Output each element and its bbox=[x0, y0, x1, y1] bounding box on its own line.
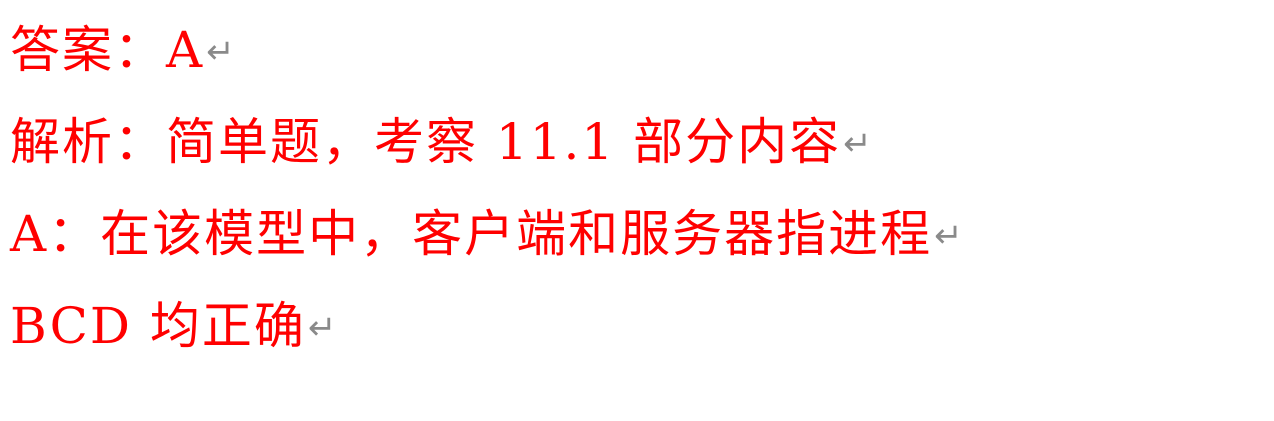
analysis-text: 解析：简单题，考察 11.1 部分内容 bbox=[10, 113, 842, 171]
paragraph-mark-icon: ↵ bbox=[206, 32, 235, 72]
answer-line: 答案：A ↵ bbox=[10, 4, 1274, 96]
answer-text: 答案：A bbox=[10, 21, 205, 79]
options-bcd-text: BCD 均正确 bbox=[10, 297, 306, 355]
option-a-line: A：在该模型中，客户端和服务器指进程 ↵ bbox=[10, 188, 1274, 280]
options-bcd-line: BCD 均正确 ↵ bbox=[10, 280, 1274, 372]
paragraph-mark-icon: ↵ bbox=[843, 124, 872, 164]
option-a-text: A：在该模型中，客户端和服务器指进程 bbox=[10, 205, 933, 263]
document-body: 答案：A ↵ 解析：简单题，考察 11.1 部分内容 ↵ A：在该模型中，客户端… bbox=[10, 4, 1274, 372]
paragraph-mark-icon: ↵ bbox=[934, 216, 963, 256]
analysis-line: 解析：简单题，考察 11.1 部分内容 ↵ bbox=[10, 96, 1274, 188]
paragraph-mark-icon: ↵ bbox=[307, 308, 337, 348]
